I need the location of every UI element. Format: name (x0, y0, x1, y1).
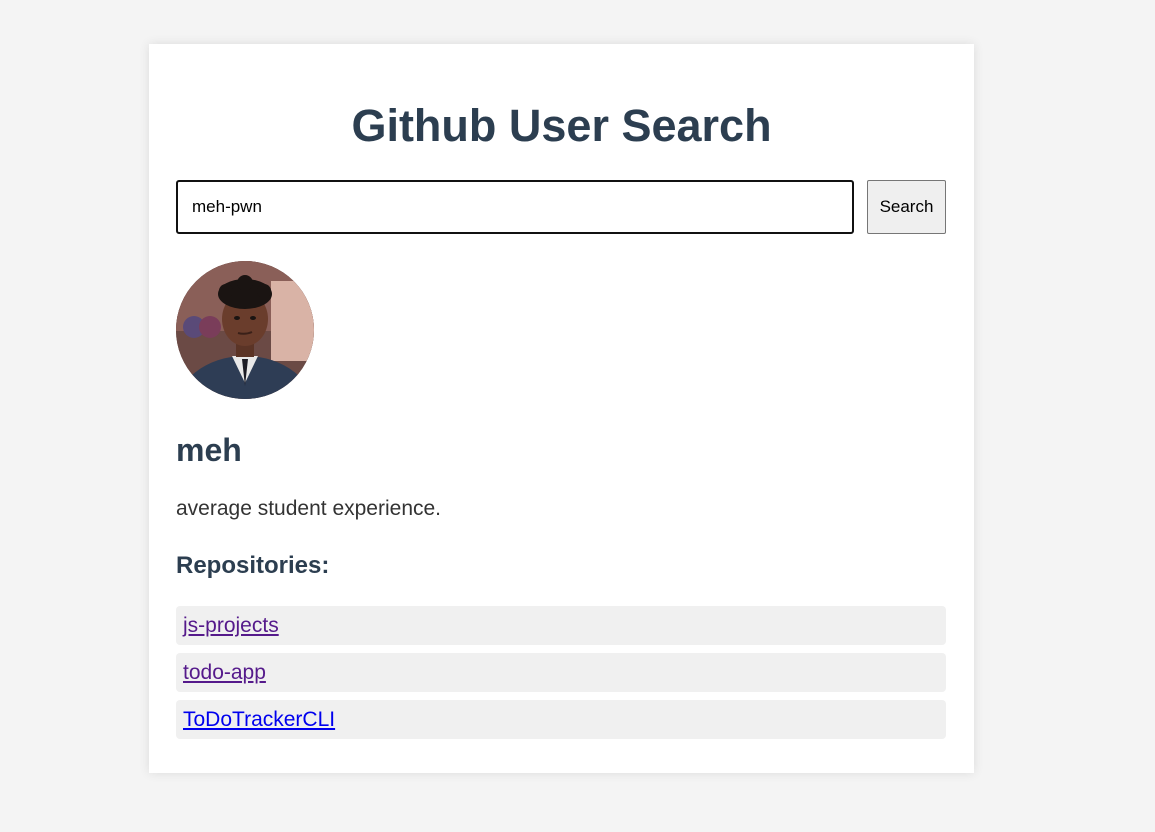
search-input[interactable] (176, 180, 854, 234)
search-button[interactable]: Search (867, 180, 946, 234)
repositories-heading: Repositories: (176, 552, 330, 579)
repo-link-todo-app[interactable]: todo-app (183, 661, 266, 685)
avatar-image (176, 261, 314, 399)
page-title: Github User Search (351, 100, 772, 151)
user-bio: average student experience. (176, 497, 442, 520)
repository-list: js-projects todo-app ToDoTrackerCLI (176, 606, 946, 747)
search-card: Github User Search Search meh average st… (149, 44, 974, 773)
user-name: meh (176, 432, 242, 468)
avatar (176, 261, 314, 399)
repo-link-todotrackercli[interactable]: ToDoTrackerCLI (183, 708, 335, 732)
list-item: js-projects (176, 606, 946, 645)
list-item: ToDoTrackerCLI (176, 700, 946, 739)
repo-link-js-projects[interactable]: js-projects (183, 614, 279, 638)
list-item: todo-app (176, 653, 946, 692)
